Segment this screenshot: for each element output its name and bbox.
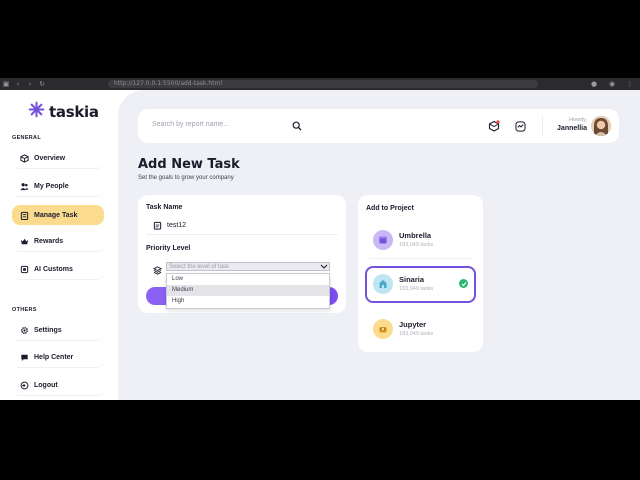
profile-icon[interactable]: ◉: [606, 80, 618, 88]
sidebar-item-ai-customs[interactable]: AI Customs: [12, 260, 104, 280]
general-section-label: GENERAL: [12, 135, 41, 141]
project-item-jupyter[interactable]: Jupyter 183,049 tasks: [365, 311, 476, 348]
priority-option-low[interactable]: Low: [167, 274, 329, 285]
project-name: Sinaria: [399, 275, 425, 284]
sidebar-item-my-people[interactable]: My People: [12, 177, 104, 197]
people-icon: [20, 182, 29, 191]
note-icon: [153, 217, 162, 235]
extension-icon[interactable]: ●: [588, 80, 600, 88]
project-task-count: 183,049 tasks: [399, 242, 434, 248]
user-name: Jannellia: [557, 125, 587, 132]
project-item-sinaria[interactable]: Sinaria 183,049 tasks: [365, 266, 476, 303]
box-icon: [373, 230, 393, 250]
activity-icon[interactable]: [513, 119, 527, 133]
task-name-label: Task Name: [146, 204, 183, 211]
gear-icon: [20, 326, 29, 335]
sidebar-item-label: Manage Task: [34, 211, 78, 219]
greeting-text: Howdy,: [569, 117, 587, 123]
avatar[interactable]: [591, 116, 611, 136]
task-name-field[interactable]: test12: [146, 217, 338, 235]
priority-select[interactable]: Select the level of task: [166, 262, 330, 271]
reload-icon[interactable]: ↻: [36, 80, 48, 88]
others-section-label: OTHERS: [12, 307, 37, 313]
project-name: Umbrella: [399, 231, 432, 240]
sidebar-item-label: Help Center: [34, 354, 74, 361]
app-window: taskia GENERAL Overview My People Manage…: [0, 90, 640, 400]
project-name: Jupyter: [399, 320, 427, 329]
sidebar-item-logout[interactable]: Logout: [12, 376, 104, 396]
crown-icon: [20, 237, 29, 246]
back-icon[interactable]: ‹: [12, 80, 24, 88]
topbar-divider: [542, 115, 543, 137]
search-input[interactable]: Search by report name...: [152, 121, 229, 128]
task-name-value: test12: [167, 222, 187, 229]
project-card: Add to Project Umbrella 183,049 tasks Si…: [358, 195, 483, 352]
project-task-count: 183,049 tasks: [399, 286, 434, 292]
project-task-count: 183,049 tasks: [399, 331, 434, 337]
sidebar-item-label: Rewards: [34, 238, 64, 245]
top-bar: Search by report name... Howdy, Jannelli…: [138, 109, 619, 143]
chest-icon: [373, 319, 393, 339]
browser-more-icon[interactable]: ⋮: [624, 80, 636, 88]
browser-menu-icon[interactable]: ▣: [0, 80, 12, 88]
sidebar-item-help-center[interactable]: Help Center: [12, 348, 104, 368]
priority-option-medium[interactable]: Medium: [167, 285, 329, 296]
logo[interactable]: taskia: [28, 101, 99, 123]
building-icon: [373, 274, 393, 294]
layers-icon: [152, 262, 163, 280]
add-to-project-title: Add to Project: [366, 205, 414, 212]
logo-icon: [28, 101, 45, 123]
task-icon: [20, 211, 29, 220]
notification-icon[interactable]: [487, 119, 501, 133]
sidebar-item-settings[interactable]: Settings: [12, 321, 104, 341]
ai-icon: [20, 265, 29, 274]
priority-select-placeholder: Select the level of task: [169, 263, 230, 270]
priority-dropdown: Low Medium High: [166, 273, 330, 309]
browser-toolbar: ▣ ‹ › ↻ http://127.0.0.1:5500/add-task.h…: [0, 78, 640, 90]
sidebar-item-label: AI Customs: [34, 266, 73, 273]
chevron-down-icon: [319, 264, 329, 269]
priority-option-high[interactable]: High: [167, 296, 329, 307]
sidebar-item-label: My People: [34, 183, 69, 190]
sidebar-item-label: Settings: [34, 327, 62, 334]
logout-icon: [20, 381, 29, 390]
page-title: Add New Task: [138, 157, 240, 172]
sidebar-item-manage-task[interactable]: Manage Task: [12, 205, 104, 225]
page-subtitle: Set the goals to grow your company: [138, 175, 234, 181]
logo-text: taskia: [49, 103, 99, 121]
priority-level-label: Priority Level: [146, 245, 191, 252]
sidebar-item-label: Logout: [34, 382, 58, 389]
sidebar-item-rewards[interactable]: Rewards: [12, 232, 104, 252]
url-bar[interactable]: http://127.0.0.1:5500/add-task.html: [108, 80, 538, 88]
forward-icon[interactable]: ›: [24, 80, 36, 88]
sidebar-item-overview[interactable]: Overview: [12, 149, 104, 169]
help-icon: [20, 353, 29, 362]
cube-icon: [20, 154, 29, 163]
check-circle-icon: [459, 279, 468, 288]
project-item-umbrella[interactable]: Umbrella 183,049 tasks: [365, 222, 476, 259]
search-icon[interactable]: [290, 119, 304, 133]
sidebar-item-label: Overview: [34, 155, 66, 162]
